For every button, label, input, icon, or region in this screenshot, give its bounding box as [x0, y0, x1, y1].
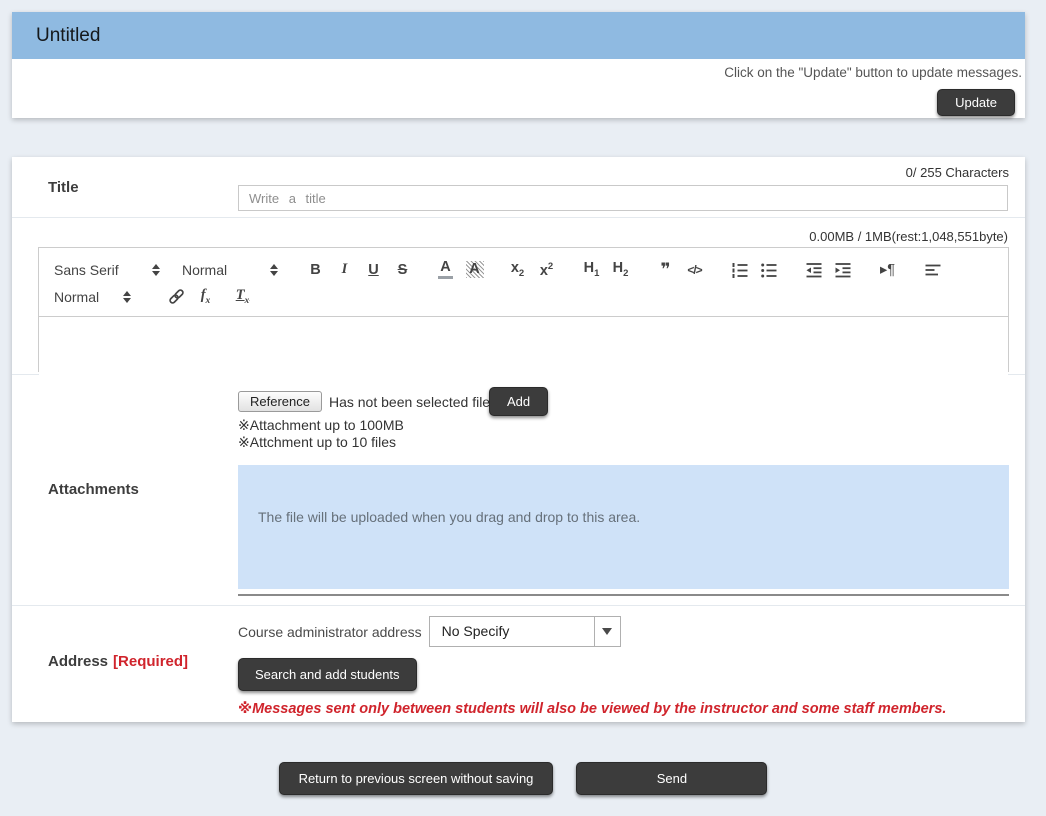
course-admin-select-value: No Specify [430, 617, 594, 646]
code-icon: </> [687, 263, 701, 277]
link-icon [167, 287, 186, 306]
attachment-size-note: ※Attachment up to 100MB [238, 417, 1009, 433]
text-color-button[interactable]: A [431, 258, 460, 281]
background-color-button[interactable]: A [460, 258, 489, 281]
update-button-row: Update [12, 80, 1025, 116]
message-form-card: 0/ 255 Characters Title 0.00MB / 1MB(res… [12, 157, 1025, 722]
superscript-icon: x2 [540, 261, 553, 279]
chevron-down-icon [602, 628, 612, 635]
rich-text-editor: Sans Serif Normal B I U S A A x2 x2 H1 [38, 247, 1009, 372]
heading2-button[interactable]: H2 [606, 258, 635, 281]
return-without-saving-button[interactable]: Return to previous screen without saving [279, 762, 554, 795]
update-button[interactable]: Update [937, 89, 1015, 116]
superscript-button[interactable]: x2 [532, 258, 561, 281]
italic-icon: I [342, 261, 348, 278]
dropzone-text: The file will be uploaded when you drag … [258, 509, 640, 525]
address-row: Address[Required] Course administrator a… [12, 606, 1025, 722]
title-character-counter: 0/ 255 Characters [906, 165, 1009, 180]
header-picker[interactable]: Normal [182, 262, 278, 278]
picker-arrows-icon [152, 264, 160, 276]
size-picker[interactable]: Normal [54, 289, 131, 305]
update-hint-text: Click on the "Update" button to update m… [12, 59, 1025, 80]
blockquote-icon: ❞ [661, 260, 671, 280]
send-button[interactable]: Send [576, 762, 767, 795]
align-left-icon [924, 261, 942, 279]
subscript-icon: x2 [511, 260, 524, 279]
students-visibility-note: ※Messages sent only between students wil… [238, 701, 1009, 717]
link-button[interactable] [162, 285, 191, 308]
heading1-button[interactable]: H1 [577, 258, 606, 281]
bold-icon: B [310, 262, 320, 278]
clean-format-button[interactable]: Tx [228, 285, 257, 308]
indent-icon [834, 261, 852, 279]
toolbar-row-1: Sans Serif Normal B I U S A A x2 x2 H1 [54, 257, 993, 282]
blockquote-button[interactable]: ❞ [651, 258, 680, 281]
bold-button[interactable]: B [301, 258, 330, 281]
heading2-icon: H2 [613, 260, 629, 279]
clean-format-icon: Tx [236, 287, 250, 306]
ordered-list-button[interactable] [725, 258, 754, 281]
picker-arrows-icon [123, 291, 131, 303]
indent-button[interactable] [828, 258, 857, 281]
message-title: Untitled [36, 25, 100, 47]
formula-icon: fx [201, 287, 211, 306]
message-title-bar: Untitled [12, 12, 1025, 59]
code-block-button[interactable]: </> [680, 258, 709, 281]
address-label: Address[Required] [48, 653, 188, 670]
outdent-button[interactable] [799, 258, 828, 281]
picker-arrows-icon [270, 264, 278, 276]
file-dropzone[interactable]: The file will be uploaded when you drag … [238, 465, 1009, 589]
align-button[interactable] [918, 258, 947, 281]
file-select-line: Reference Has not been selected file. Ad… [238, 387, 1009, 416]
text-direction-button[interactable]: ▸¶ [873, 258, 902, 281]
attachment-count-note: ※Attchment up to 10 files [238, 434, 1009, 450]
title-input[interactable] [238, 185, 1008, 211]
title-row: 0/ 255 Characters Title [12, 157, 1025, 218]
course-admin-label: Course administrator address [238, 624, 422, 640]
editor-row: 0.00MB / 1MB(rest:1,048,551byte) Sans Se… [12, 218, 1025, 375]
italic-button[interactable]: I [330, 258, 359, 281]
outdent-icon [805, 261, 823, 279]
address-content: Course administrator address No Specify … [238, 616, 1009, 717]
add-button[interactable]: Add [489, 387, 548, 416]
attachments-content: Reference Has not been selected file. Ad… [238, 387, 1009, 596]
bullet-list-button[interactable] [754, 258, 783, 281]
no-file-text: Has not been selected file. [329, 394, 494, 410]
message-header-card: Untitled Click on the "Update" button to… [12, 12, 1025, 118]
editor-size-info: 0.00MB / 1MB(rest:1,048,551byte) [12, 218, 1025, 247]
subscript-button[interactable]: x2 [503, 258, 532, 281]
select-arrow-box[interactable] [594, 617, 620, 646]
formula-button[interactable]: fx [191, 285, 220, 308]
footer-button-bar: Return to previous screen without saving… [0, 762, 1046, 795]
title-label: Title [48, 179, 79, 196]
text-color-icon: A [438, 260, 452, 279]
attachments-row: Attachments Reference Has not been selec… [12, 375, 1025, 606]
toolbar-row-2: Normal fx Tx [54, 284, 993, 309]
background-color-icon: A [466, 261, 484, 278]
reference-button[interactable]: Reference [238, 391, 322, 412]
strikethrough-icon: S [398, 262, 408, 278]
search-and-add-students-button[interactable]: Search and add students [238, 658, 417, 691]
course-admin-select[interactable]: No Specify [429, 616, 621, 647]
bullet-list-icon [760, 261, 778, 279]
required-tag: [Required] [113, 653, 188, 670]
attachments-divider [238, 594, 1009, 596]
attachments-label: Attachments [48, 481, 139, 498]
editor-toolbar: Sans Serif Normal B I U S A A x2 x2 H1 [39, 248, 1008, 317]
strike-button[interactable]: S [388, 258, 417, 281]
heading1-icon: H1 [584, 260, 600, 279]
ordered-list-icon [731, 261, 749, 279]
underline-button[interactable]: U [359, 258, 388, 281]
underline-icon: U [368, 262, 378, 278]
text-direction-icon: ▸¶ [880, 262, 895, 278]
editor-content-area[interactable] [39, 317, 1008, 376]
course-admin-line: Course administrator address No Specify [238, 616, 1009, 647]
font-picker[interactable]: Sans Serif [54, 262, 160, 278]
